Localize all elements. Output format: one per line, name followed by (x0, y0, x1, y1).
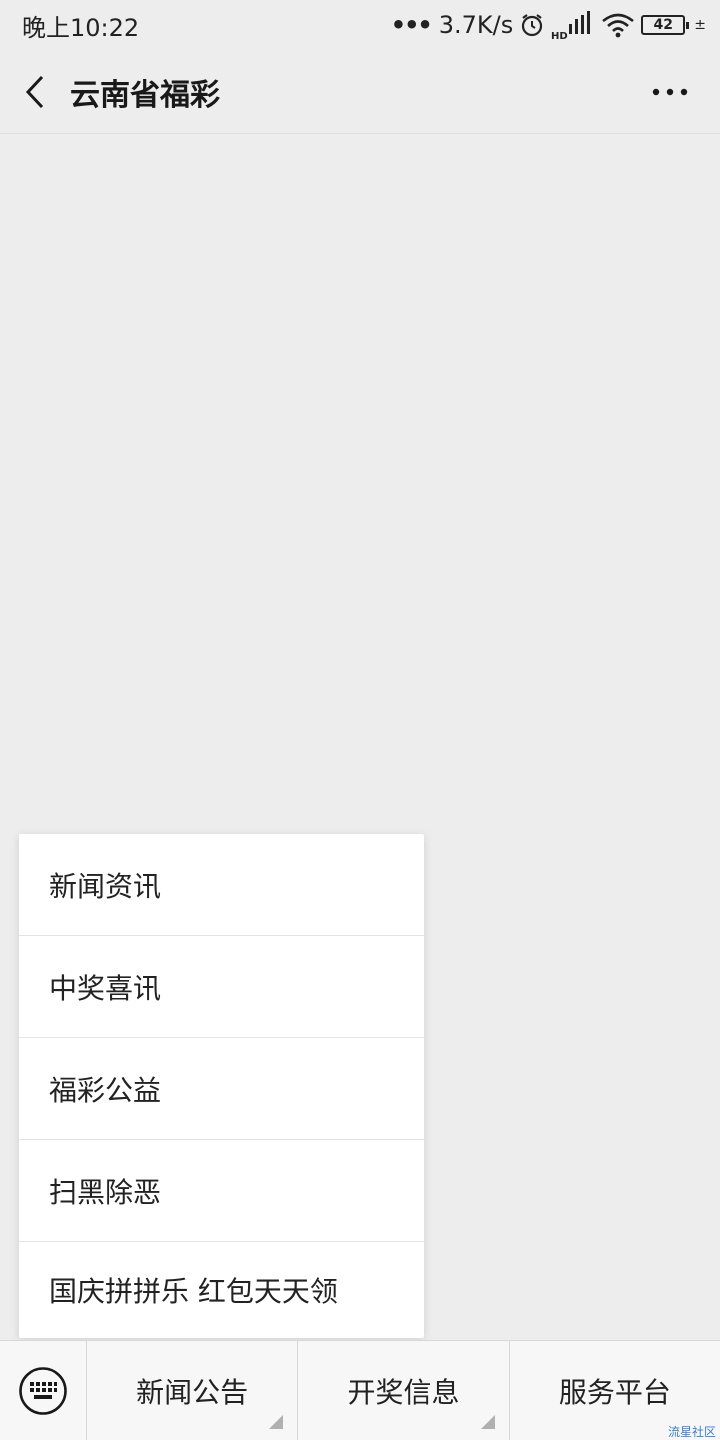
menu-item-news[interactable]: 新闻资讯 (19, 834, 424, 936)
chevron-left-icon (25, 75, 44, 108)
wifi-icon (601, 12, 635, 38)
menu-item-charity[interactable]: 福彩公益 (19, 1038, 424, 1140)
bottom-tab-label: 新闻公告 (136, 1375, 249, 1409)
bottom-tab-label: 服务平台 (558, 1375, 671, 1409)
navigation-bar: 云南省福彩 (0, 50, 720, 134)
status-time: 晚上10:22 (22, 13, 140, 42)
network-speed: 3.7K/s (438, 11, 514, 39)
battery-icon: 42 (641, 15, 690, 35)
more-dots-icon (652, 88, 688, 96)
status-bar: 晚上10:22 ••• 3.7K/s HD 42 ± (0, 0, 720, 50)
submenu-corner-icon (480, 1414, 495, 1429)
menu-item-anti-crime[interactable]: 扫黑除恶 (19, 1140, 424, 1242)
svg-text:HD: HD (551, 31, 568, 40)
submenu-corner-icon (269, 1414, 284, 1429)
charging-indicator: ± (694, 17, 706, 33)
bottom-tab-label: 开奖信息 (347, 1375, 460, 1409)
bottom-tab-news[interactable]: 新闻公告 (86, 1340, 297, 1440)
keyboard-toggle-button[interactable] (0, 1341, 86, 1440)
alarm-icon (519, 12, 545, 38)
page-title: 云南省福彩 (70, 77, 220, 113)
back-button[interactable] (0, 50, 70, 134)
bottom-menu-bar: 新闻公告 开奖信息 服务平台 流星社区 (0, 1340, 720, 1440)
watermark: 流星社区 (667, 1425, 716, 1439)
menu-item-winning-news[interactable]: 中奖喜讯 (19, 936, 424, 1038)
more-options-button[interactable] (640, 72, 700, 112)
keyboard-icon (19, 1366, 67, 1415)
menu-item-national-day-promo[interactable]: 国庆拼拼乐 红包天天领 (19, 1242, 424, 1338)
hd-signal-icon: HD (551, 10, 595, 40)
status-icons: ••• 3.7K/s HD 42 ± (391, 10, 706, 40)
bottom-tab-lottery-results[interactable]: 开奖信息 (297, 1340, 508, 1440)
submenu-popup: 新闻资讯 中奖喜讯 福彩公益 扫黑除恶 国庆拼拼乐 红包天天领 (19, 834, 424, 1338)
signal-dots-icon: ••• (390, 11, 433, 39)
